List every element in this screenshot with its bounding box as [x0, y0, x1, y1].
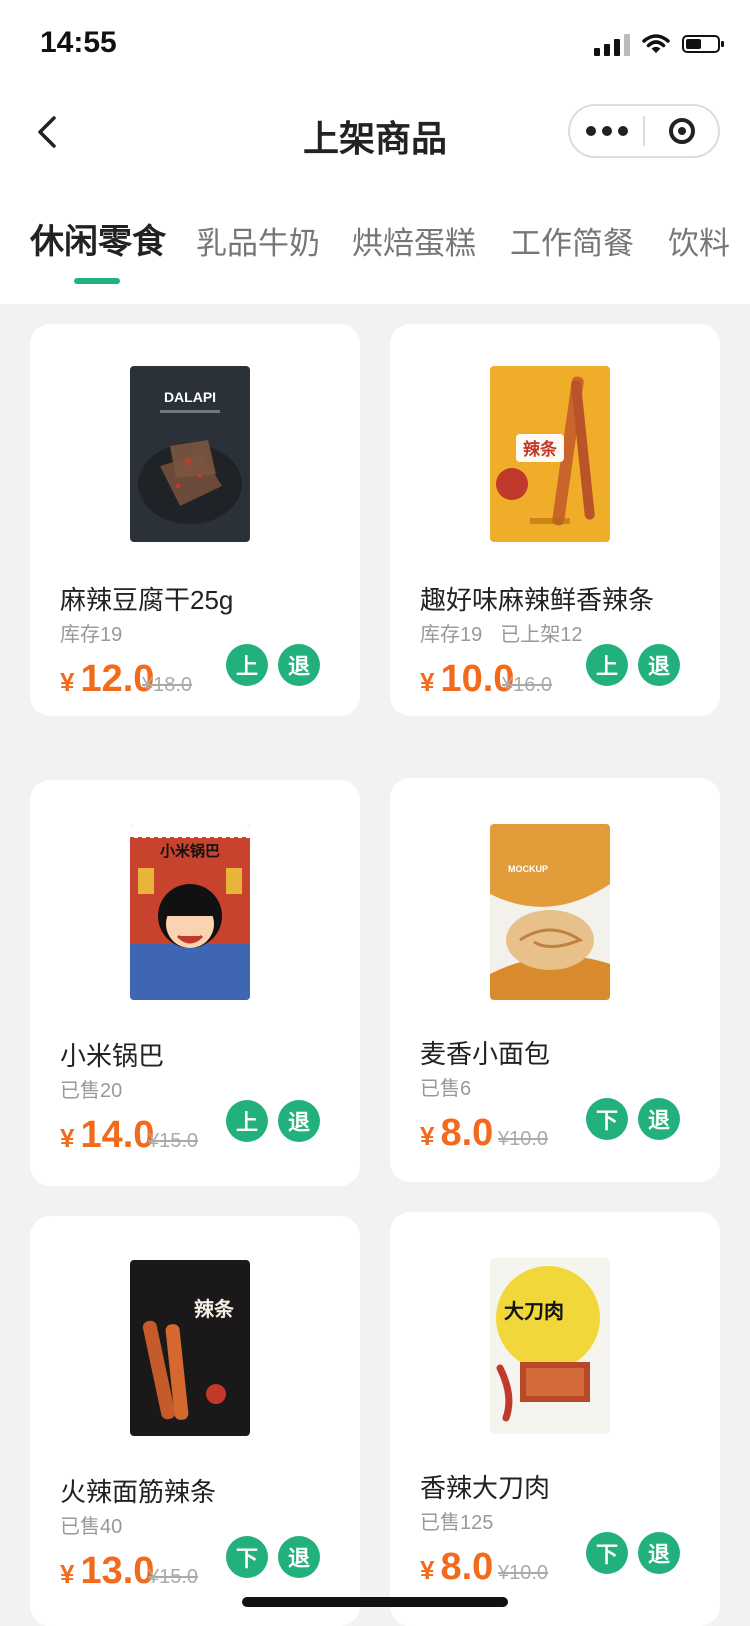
tab-meals[interactable]: 工作简餐 — [510, 218, 634, 263]
product-card[interactable]: MOCKUP 麦香小面包 已售6 ¥8.0 ¥10.0 下 退 — [390, 778, 720, 1182]
product-card[interactable]: 辣条 趣好味麻辣鲜香辣条 库存19 已上架12 ¥10.0 ¥16.0 上 退 — [390, 324, 720, 716]
product-name: 麦香小面包 — [420, 1039, 551, 1069]
list-down-button[interactable]: 下 — [226, 1536, 268, 1578]
active-tab-indicator — [74, 278, 120, 284]
status-bar: 14:55 — [0, 0, 750, 90]
return-button[interactable]: 退 — [278, 1100, 320, 1142]
original-price: ¥15.0 — [148, 1130, 199, 1152]
status-time: 14:55 — [40, 26, 117, 59]
svg-text:大刀肉: 大刀肉 — [504, 1299, 564, 1323]
product-meta: 已售6 — [420, 1078, 472, 1100]
product-price: ¥10.0 — [420, 658, 515, 700]
product-price: ¥13.0 — [60, 1550, 155, 1592]
product-card[interactable]: 小米锅巴 小米锅巴 已售20 ¥14.0 ¥15.0 上 退 — [30, 780, 360, 1186]
product-name: 火辣面筋辣条 — [60, 1477, 217, 1507]
original-price: ¥16.0 — [502, 674, 553, 696]
signal-icon — [594, 32, 630, 56]
product-card[interactable]: 辣条 火辣面筋辣条 已售40 ¥13.0 ¥15.0 下 退 — [30, 1216, 360, 1626]
original-price: ¥18.0 — [142, 674, 193, 696]
status-icons — [594, 32, 724, 56]
product-image: 辣条 — [490, 366, 610, 542]
product-meta: 已售125 — [420, 1512, 494, 1534]
tab-snacks[interactable]: 休闲零食 — [30, 214, 166, 263]
return-button[interactable]: 退 — [638, 1098, 680, 1140]
product-card[interactable]: DALAPI 麻辣豆腐干25g 库存19 ¥12.0 ¥18.0 上 退 — [30, 324, 360, 716]
more-dots-icon[interactable] — [570, 126, 643, 136]
product-name: 香辣大刀肉 — [420, 1473, 551, 1503]
svg-text:DALAPI: DALAPI — [164, 389, 216, 405]
category-tabs: 休闲零食 乳品牛奶 烘焙蛋糕 工作简餐 饮料 — [0, 190, 750, 304]
product-card[interactable]: 大刀肉 香辣大刀肉 已售125 ¥8.0 ¥10.0 下 退 — [390, 1212, 720, 1626]
product-meta: 已售20 — [60, 1080, 123, 1102]
svg-text:小米锅巴: 小米锅巴 — [160, 842, 220, 860]
tab-dairy[interactable]: 乳品牛奶 — [196, 218, 320, 263]
product-meta: 库存19 已上架12 — [420, 624, 583, 646]
tab-bakery[interactable]: 烘焙蛋糕 — [352, 218, 476, 263]
product-image: DALAPI — [130, 366, 250, 542]
original-price: ¥15.0 — [148, 1566, 199, 1588]
mini-program-capsule — [568, 104, 720, 158]
return-button[interactable]: 退 — [278, 1536, 320, 1578]
navbar: 上架商品 — [0, 90, 750, 190]
product-name: 麻辣豆腐干25g — [60, 585, 234, 615]
svg-text:辣条: 辣条 — [194, 1297, 235, 1321]
product-image: 大刀肉 — [490, 1258, 610, 1434]
list-down-button[interactable]: 下 — [586, 1098, 628, 1140]
product-price: ¥14.0 — [60, 1114, 155, 1156]
product-price: ¥8.0 — [420, 1112, 494, 1154]
product-meta: 库存19 — [60, 624, 123, 646]
product-image: 辣条 — [130, 1260, 250, 1436]
product-price: ¥12.0 — [60, 658, 155, 700]
product-name: 小米锅巴 — [60, 1041, 165, 1071]
product-meta: 已售40 — [60, 1516, 123, 1538]
return-button[interactable]: 退 — [638, 644, 680, 686]
tab-drinks[interactable]: 饮料 — [668, 218, 730, 263]
original-price: ¥10.0 — [498, 1562, 549, 1584]
svg-text:MOCKUP: MOCKUP — [508, 864, 548, 874]
product-price: ¥8.0 — [420, 1546, 494, 1588]
product-image: MOCKUP — [490, 824, 610, 1000]
battery-icon — [682, 35, 724, 53]
return-button[interactable]: 退 — [638, 1532, 680, 1574]
list-up-button[interactable]: 上 — [226, 644, 268, 686]
home-indicator — [242, 1597, 508, 1607]
original-price: ¥10.0 — [498, 1128, 549, 1150]
list-up-button[interactable]: 上 — [586, 644, 628, 686]
svg-text:辣条: 辣条 — [523, 439, 558, 460]
product-image: 小米锅巴 — [130, 824, 250, 1000]
wifi-icon — [642, 34, 670, 53]
product-name: 趣好味麻辣鲜香辣条 — [420, 585, 655, 615]
list-up-button[interactable]: 上 — [226, 1100, 268, 1142]
close-target-icon[interactable] — [645, 118, 718, 144]
list-down-button[interactable]: 下 — [586, 1532, 628, 1574]
return-button[interactable]: 退 — [278, 644, 320, 686]
